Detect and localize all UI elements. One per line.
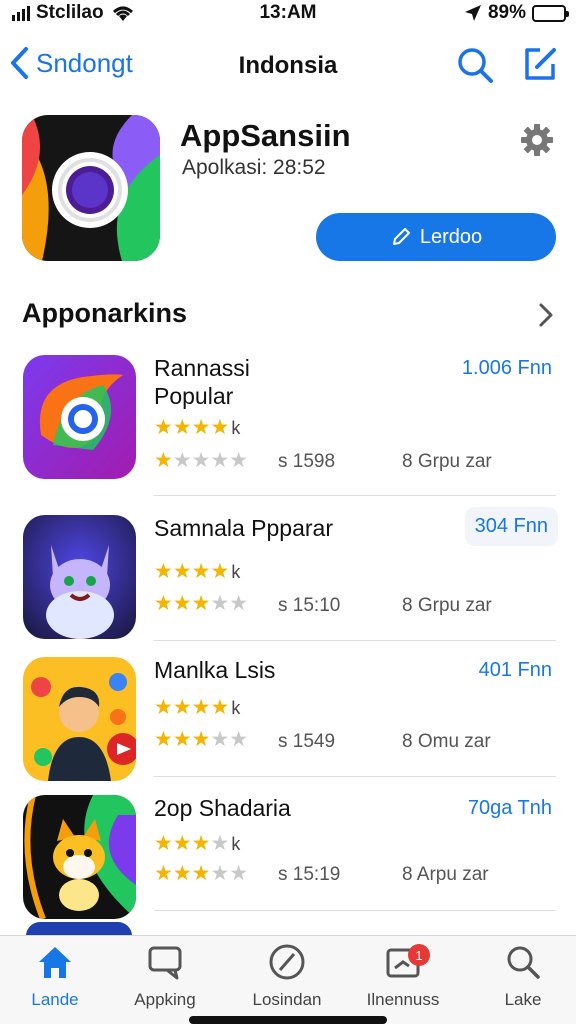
search-icon[interactable] [456, 46, 494, 84]
app-category: 8 Omu zar [402, 731, 491, 752]
tab-label: Appking [134, 990, 196, 1009]
tab-bar: Lande Appking Losindan 1 Ilnennuss Lake [0, 935, 576, 1024]
list-item[interactable]: 2op Shadaria 70ga Tnh ★★★ ★ k ★★★ ★★ s 15:1… [0, 795, 576, 935]
app-category: 8 Grpu zar [402, 451, 492, 472]
tab-label: Losindan [252, 990, 322, 1009]
battery-icon [532, 4, 569, 22]
app-category: 8 Arpu zar [402, 864, 489, 885]
search-icon [507, 946, 540, 979]
gear-icon[interactable] [518, 121, 556, 159]
home-icon [39, 947, 71, 978]
partial-app-icon [26, 922, 132, 936]
status-bar: Stclilao 13:AM 89% [0, 0, 576, 28]
app-icon [23, 355, 136, 479]
back-button[interactable]: Sndongt [8, 46, 133, 80]
rating-count: s 15:19 [278, 864, 341, 885]
chat-icon [148, 946, 182, 980]
compass-icon [269, 944, 305, 980]
featured-app-name: AppSansiin [180, 118, 351, 153]
divider [154, 910, 556, 911]
rating-stars: ★★★★★ [154, 592, 249, 615]
rating-stars-top: ★★★★k [154, 832, 241, 855]
section-title: Apponarkins [22, 298, 188, 328]
battery-percent: 89% [487, 2, 526, 23]
divider [154, 776, 556, 777]
pencil-icon [392, 228, 410, 245]
list-item[interactable]: Samnala Ppparar 304 Fnn ★★★★ k ★★★ ★★ s 15… [0, 507, 576, 655]
app-title: Samnala Ppparar [154, 515, 333, 541]
rating-count: s 1549 [278, 731, 336, 752]
open-button-label: Lerdoo [419, 225, 483, 248]
featured-app-subtitle: Apolkasi: 28:52 [182, 156, 326, 179]
tab-explore[interactable]: Losindan [232, 942, 342, 1010]
location-arrow-icon [464, 5, 481, 21]
app-title: 2op Shadaria [154, 795, 291, 821]
list-item[interactable]: Rannassi Popular 1.006 Fnn ★★★ ★ k ★ ★★★★ s… [0, 355, 576, 495]
rating-count: s 15:10 [278, 595, 341, 616]
rating-count: s 1598 [278, 451, 336, 472]
app-icon [23, 795, 136, 919]
rating-stars-top: ★★★★k [154, 416, 241, 439]
chevron-right-icon[interactable] [536, 300, 556, 330]
rating-stars: ★★★★★ [154, 862, 249, 885]
rating-stars: ★★★★★ [154, 728, 249, 751]
featured-app-icon[interactable] [22, 115, 160, 261]
navigation-bar: Sndongt Indonsia [0, 40, 576, 94]
price-button[interactable]: 70ga Tnh [468, 797, 552, 820]
tab-label: Ilnennuss [366, 990, 440, 1009]
home-indicator [189, 1016, 387, 1024]
tab-search[interactable]: Lake [468, 942, 576, 1010]
app-icon [23, 515, 136, 639]
price-button[interactable]: 304 Fnn [464, 507, 558, 546]
app-subtitle: Popular [154, 383, 234, 409]
tab-apps[interactable]: Appking [110, 942, 220, 1010]
rating-stars-top: ★★★★k [154, 696, 241, 719]
app-title: Rannassi [154, 355, 250, 381]
tab-updates[interactable]: 1 Ilnennuss [348, 942, 458, 1010]
back-label: Sndongt [36, 47, 133, 78]
app-title: Manlka Lsis [154, 657, 276, 683]
app-category: 8 Grpu zar [402, 595, 492, 616]
price-button[interactable]: 401 Fnn [479, 659, 552, 682]
compose-icon[interactable] [522, 46, 558, 82]
app-icon [23, 657, 136, 781]
divider [154, 640, 556, 641]
tab-home[interactable]: Lande [0, 942, 110, 1010]
divider [154, 495, 556, 496]
tab-label: Lake [504, 990, 542, 1009]
status-right: 89% [464, 2, 569, 24]
rating-stars-top: ★★★★k [154, 560, 241, 583]
tab-label: Lande [31, 990, 79, 1009]
chevron-left-icon [11, 47, 28, 79]
rating-stars: ★★★★★ [154, 449, 249, 472]
notification-badge: 1 [408, 944, 430, 966]
price-button[interactable]: 1.006 Fnn [462, 357, 552, 380]
open-button[interactable]: Lerdoo [316, 213, 556, 261]
